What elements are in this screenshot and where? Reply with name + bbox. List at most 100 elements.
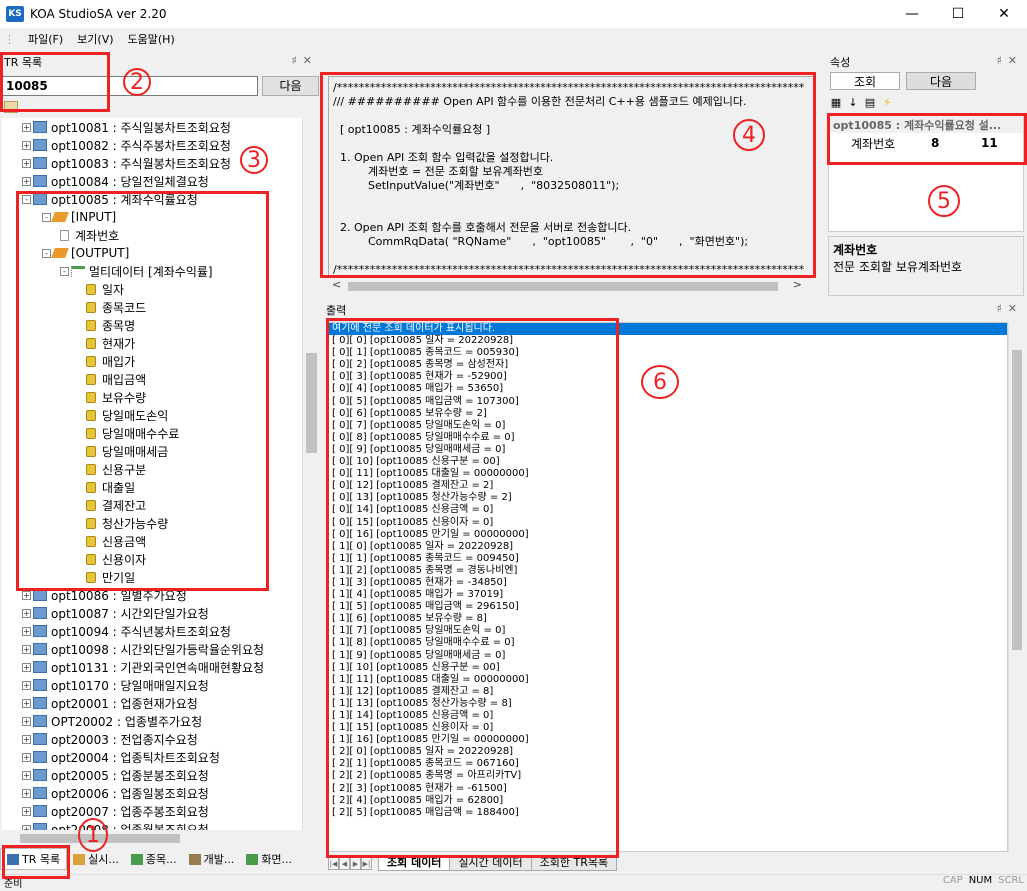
output-line[interactable]: [ 0][ 1] [opt10085 종목코드 = 005930]: [329, 347, 1007, 359]
tab-queried-tr-list[interactable]: 조회한 TR목록: [530, 855, 618, 871]
expand-icon[interactable]: +: [22, 752, 31, 762]
tab-realtime-data[interactable]: 실시간 데이터: [449, 855, 532, 871]
output-line[interactable]: [ 1][ 4] [opt10085 매입가 = 37019]: [329, 589, 1007, 601]
tree-item[interactable]: + opt10087 : 시간외단일가요청: [22, 604, 209, 622]
tree-item[interactable]: 결제잔고: [86, 496, 146, 514]
output-line[interactable]: [ 1][ 14] [opt10085 신용금액 = 0]: [329, 710, 1007, 722]
tree-item[interactable]: 매입가: [86, 352, 135, 370]
tree-item[interactable]: + opt20004 : 업종틱차트조회요청: [22, 748, 220, 766]
tree-item[interactable]: - opt10085 : 계좌수익률요청: [22, 190, 198, 208]
toolbar-doc-icon[interactable]: [4, 101, 18, 113]
tree-item[interactable]: + opt10084 : 당일전일체결요청: [22, 172, 209, 190]
tree-item[interactable]: 당일매매세금: [86, 442, 168, 460]
expand-icon[interactable]: +: [22, 716, 31, 726]
output-line[interactable]: [ 0][ 5] [opt10085 매입금액 = 107300]: [329, 396, 1007, 408]
tree-item[interactable]: + opt10094 : 주식년봉차트조회요청: [22, 622, 231, 640]
property-category[interactable]: opt10085 : 계좌수익률요청 설...: [829, 115, 1023, 133]
first-tab-icon[interactable]: |◀: [328, 856, 339, 870]
output-line[interactable]: [ 1][ 13] [opt10085 청산가능수량 = 8]: [329, 698, 1007, 710]
output-list[interactable]: 여기에 전문 조회 데이터가 표시됩니다.[ 0][ 0] [opt10085 …: [328, 322, 1008, 852]
tr-next-button[interactable]: 다음: [262, 76, 319, 96]
output-line[interactable]: [ 2][ 4] [opt10085 매입가 = 62800]: [329, 795, 1007, 807]
tree-item[interactable]: 만기일: [86, 568, 135, 586]
tree-item[interactable]: + opt20001 : 업종현재가요청: [22, 694, 198, 712]
tree-item[interactable]: - [INPUT]: [42, 208, 116, 226]
expand-icon[interactable]: +: [22, 590, 31, 600]
output-line[interactable]: [ 1][ 6] [opt10085 보유수량 = 8]: [329, 613, 1007, 625]
tab-next[interactable]: 다음: [906, 72, 976, 90]
menu-view[interactable]: 보기(V): [70, 31, 120, 47]
tree-item[interactable]: 보유수량: [86, 388, 146, 406]
tree-item[interactable]: + opt10131 : 기관외국인연속매매현황요청: [22, 658, 264, 676]
expand-icon[interactable]: +: [22, 140, 31, 150]
tree-item[interactable]: 매입금액: [86, 370, 146, 388]
tree-item[interactable]: 계좌번호: [60, 226, 119, 244]
tree-item[interactable]: + OPT20002 : 업종별주가요청: [22, 712, 202, 730]
tab-tr-list[interactable]: TR 목록: [0, 848, 68, 870]
output-line[interactable]: [ 1][ 2] [opt10085 종목명 = 경동나비엔]: [329, 565, 1007, 577]
property-pages-icon[interactable]: ▤: [864, 97, 876, 109]
menu-help[interactable]: 도움말(H): [121, 31, 182, 47]
output-line[interactable]: [ 0][ 13] [opt10085 청산가능수량 = 2]: [329, 492, 1007, 504]
tree-item[interactable]: 신용이자: [86, 550, 146, 568]
last-tab-icon[interactable]: ▶|: [361, 856, 372, 870]
scroll-right-icon[interactable]: >: [793, 278, 802, 291]
output-line[interactable]: [ 2][ 0] [opt10085 일자 = 20220928]: [329, 746, 1007, 758]
tree-item[interactable]: 당일매도손익: [86, 406, 168, 424]
collapse-icon[interactable]: -: [60, 266, 69, 276]
tree-item[interactable]: + opt10083 : 주식월봉차트조회요청: [22, 154, 231, 172]
tree-item[interactable]: - 멀티데이터 [계좌수익률]: [60, 262, 213, 280]
pane-controls[interactable]: ♯✕: [291, 54, 318, 68]
output-line[interactable]: [ 2][ 2] [opt10085 종목명 = 아프리카TV]: [329, 770, 1007, 782]
tree-vscroll-thumb[interactable]: [306, 353, 317, 453]
tree-item[interactable]: - [OUTPUT]: [42, 244, 129, 262]
expand-icon[interactable]: +: [22, 698, 31, 708]
tree-vscroll[interactable]: [302, 118, 319, 830]
sample-code-area[interactable]: /***************************************…: [328, 76, 814, 276]
expand-icon[interactable]: +: [22, 680, 31, 690]
expand-icon[interactable]: +: [22, 662, 31, 672]
tab-realtime[interactable]: 실시...: [67, 848, 125, 870]
output-line[interactable]: [ 1][ 7] [opt10085 당일매도손익 = 0]: [329, 625, 1007, 637]
output-line[interactable]: [ 1][ 16] [opt10085 만기일 = 00000000]: [329, 734, 1007, 746]
output-line[interactable]: [ 1][ 15] [opt10085 신용이자 = 0]: [329, 722, 1007, 734]
tree-item[interactable]: + opt20005 : 업종분봉조회요청: [22, 766, 209, 784]
tree-item[interactable]: + opt20007 : 업종주봉조회요청: [22, 802, 209, 820]
output-line[interactable]: [ 0][ 3] [opt10085 현재가 = -52900]: [329, 371, 1007, 383]
tab-query-data[interactable]: 조회 데이터: [378, 855, 451, 871]
tree-hscroll[interactable]: [2, 830, 302, 846]
output-line[interactable]: [ 0][ 16] [opt10085 만기일 = 00000000]: [329, 529, 1007, 541]
tree-item[interactable]: 종목명: [86, 316, 135, 334]
events-icon[interactable]: ⚡: [881, 97, 893, 109]
output-line[interactable]: [ 0][ 7] [opt10085 당일매도손익 = 0]: [329, 420, 1007, 432]
property-value-2[interactable]: 11: [981, 136, 998, 150]
expand-icon[interactable]: +: [22, 122, 31, 132]
output-vscroll[interactable]: [1008, 322, 1024, 852]
tree-item[interactable]: 일자: [86, 280, 124, 298]
output-line[interactable]: [ 2][ 5] [opt10085 매입금액 = 188400]: [329, 807, 1007, 819]
expand-icon[interactable]: +: [22, 176, 31, 186]
output-vscroll-thumb[interactable]: [1012, 350, 1022, 650]
output-line[interactable]: [ 1][ 3] [opt10085 현재가 = -34850]: [329, 577, 1007, 589]
collapse-icon[interactable]: -: [42, 248, 51, 258]
tab-screen[interactable]: 화면...: [240, 848, 298, 870]
tree-item[interactable]: + opt20003 : 전업종지수요청: [22, 730, 198, 748]
output-line[interactable]: [ 1][ 9] [opt10085 당일매매세금 = 0]: [329, 650, 1007, 662]
output-line[interactable]: [ 0][ 12] [opt10085 결제잔고 = 2]: [329, 480, 1007, 492]
tree-item[interactable]: 당일매매수수료: [86, 424, 179, 442]
code-hscroll-thumb[interactable]: [348, 282, 778, 291]
tab-stocks[interactable]: 종목...: [125, 848, 183, 870]
tree-item[interactable]: 신용금액: [86, 532, 146, 550]
output-line[interactable]: [ 0][ 15] [opt10085 신용이자 = 0]: [329, 517, 1007, 529]
expand-icon[interactable]: +: [22, 626, 31, 636]
tree-item[interactable]: 대출일: [86, 478, 135, 496]
tree-item[interactable]: + opt20008 : 업종월봉조회요청: [22, 820, 209, 830]
output-pane-controls[interactable]: ♯✕: [996, 302, 1023, 316]
expand-icon[interactable]: +: [22, 734, 31, 744]
output-line[interactable]: [ 0][ 11] [opt10085 대출일 = 00000000]: [329, 468, 1007, 480]
categorized-icon[interactable]: ▦: [830, 97, 842, 109]
expand-icon[interactable]: +: [22, 770, 31, 780]
output-line[interactable]: [ 1][ 1] [opt10085 종목코드 = 009450]: [329, 553, 1007, 565]
output-line[interactable]: 여기에 전문 조회 데이터가 표시됩니다.: [329, 323, 1007, 336]
output-line[interactable]: [ 1][ 11] [opt10085 대출일 = 00000000]: [329, 674, 1007, 686]
